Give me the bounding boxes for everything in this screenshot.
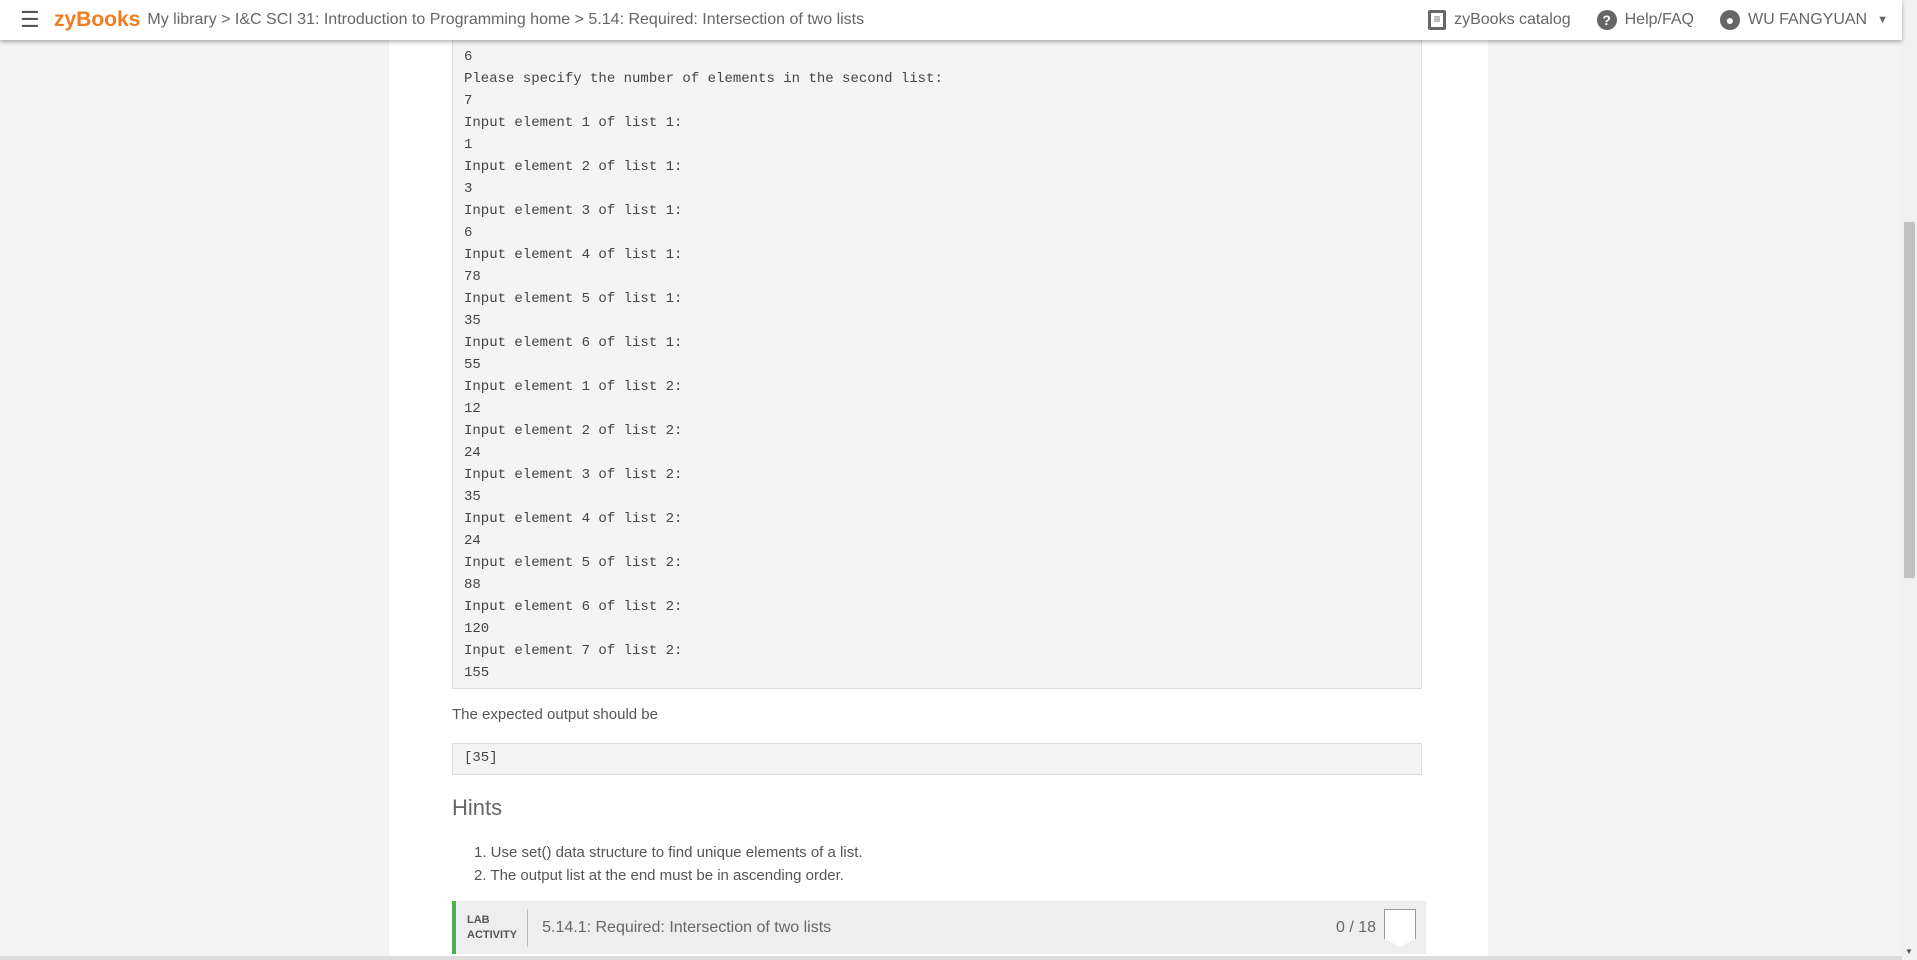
code-line: 12	[464, 401, 481, 417]
hints-list: 1. Use set() data structure to find uniq…	[474, 841, 863, 887]
code-line: Input element 1 of list 2:	[464, 379, 683, 395]
hints-heading: Hints	[452, 795, 503, 820]
user-name: WU FANGYUAN	[1747, 11, 1868, 28]
code-line: 55	[464, 357, 481, 373]
code-line: Input element 6 of list 1:	[464, 335, 683, 351]
completion-badge-icon	[1384, 908, 1416, 947]
chevron-down-icon: ▼	[1877, 14, 1888, 26]
code-line: Input element 7 of list 2:	[464, 643, 683, 659]
code-line: 6	[464, 225, 473, 241]
hint-item: 2. The output list at the end must be in…	[474, 867, 844, 884]
code-line: 35	[464, 313, 481, 329]
code-line: 6	[464, 49, 473, 65]
code-line: Input element 6 of list 2:	[464, 599, 683, 615]
lab-tag-line: LAB	[467, 913, 490, 926]
code-line: 88	[464, 577, 481, 593]
top-bar: ☰ zyBooks My library > I&C SCI 31: Intro…	[0, 0, 1902, 40]
help-icon: ?	[1596, 10, 1617, 30]
help-link[interactable]: ? Help/FAQ	[1596, 10, 1694, 30]
code-line: Input element 5 of list 2:	[464, 555, 683, 571]
expected-output-label: The expected output should be	[452, 706, 658, 723]
code-line: 35	[464, 489, 481, 505]
breadcrumb[interactable]: My library > I&C SCI 31: Introduction to…	[147, 11, 864, 29]
account-icon: ●	[1719, 10, 1740, 30]
code-line: Input element 2 of list 1:	[464, 159, 683, 175]
code-line: Input element 3 of list 1:	[464, 203, 683, 219]
book-icon: ≡	[1428, 10, 1447, 30]
code-line: 78	[464, 269, 481, 285]
catalog-label: zyBooks catalog	[1454, 11, 1571, 28]
bottom-edge	[0, 956, 1902, 960]
scrollbar-thumb[interactable]	[1904, 222, 1915, 578]
user-menu[interactable]: ● WU FANGYUAN ▼	[1719, 10, 1888, 30]
scrollbar[interactable]: ▼	[1902, 0, 1917, 960]
lab-activity-tag: LAB ACTIVITY	[456, 908, 529, 947]
code-line: 155	[464, 665, 490, 681]
catalog-link[interactable]: ≡ zyBooks catalog	[1428, 10, 1571, 30]
hamburger-menu-icon[interactable]: ☰	[20, 9, 40, 31]
code-line: Please specify the number of elements in…	[464, 71, 943, 87]
hint-item: 1. Use set() data structure to find uniq…	[474, 844, 863, 861]
code-line: 24	[464, 533, 481, 549]
zybooks-logo[interactable]: zyBooks	[54, 8, 140, 32]
code-line: Input element 1 of list 1:	[464, 115, 683, 131]
code-line: Input element 5 of list 1:	[464, 291, 683, 307]
lab-score: 0 / 18	[1335, 918, 1376, 936]
code-line: 120	[464, 621, 490, 637]
code-line: 1	[464, 137, 473, 153]
lab-tag-line: ACTIVITY	[467, 928, 518, 941]
code-line: 7	[464, 93, 473, 109]
sample-input-box: 6 Please specify the number of elements i…	[452, 30, 1422, 689]
code-line: 3	[464, 181, 473, 197]
code-line: 24	[464, 445, 481, 461]
code-line: Input element 4 of list 1:	[464, 247, 683, 263]
code-line: Input element 3 of list 2:	[464, 467, 683, 483]
expected-output-box: [35]	[452, 743, 1422, 775]
scroll-down-arrow-icon[interactable]: ▼	[1905, 947, 1913, 956]
lab-title: 5.14.1: Required: Intersection of two li…	[542, 918, 832, 936]
code-line: Input element 4 of list 2:	[464, 511, 683, 527]
lab-activity-header[interactable]: LAB ACTIVITY 5.14.1: Required: Intersecti…	[452, 901, 1426, 954]
help-label: Help/FAQ	[1624, 11, 1694, 28]
code-line: Input element 2 of list 2:	[464, 423, 683, 439]
